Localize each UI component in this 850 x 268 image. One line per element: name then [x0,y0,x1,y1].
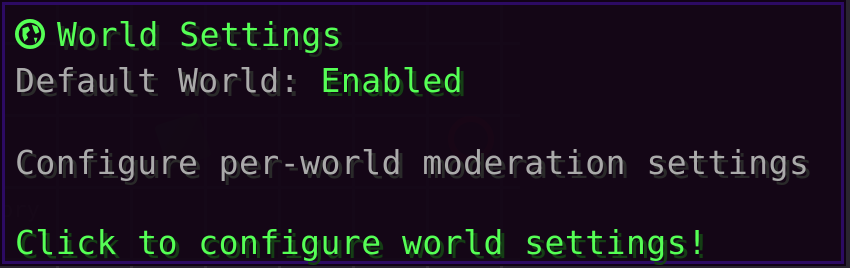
default-world-row: Default World: Enabled [15,61,463,100]
tooltip-title-row: World Settings [15,15,342,54]
globe-icon [15,19,45,49]
item-tooltip: World Settings Default World: Enabled Co… [0,0,846,266]
tooltip-action-hint: Click to configure world settings! [15,223,708,262]
tooltip-description: Configure per-world moderation settings [15,143,810,182]
default-world-status: Enabled [320,61,464,100]
tooltip-title: World Settings [57,15,343,54]
game-screen: ory World Settings Default World: Enable… [0,0,850,268]
default-world-label: Default World: [15,61,321,100]
